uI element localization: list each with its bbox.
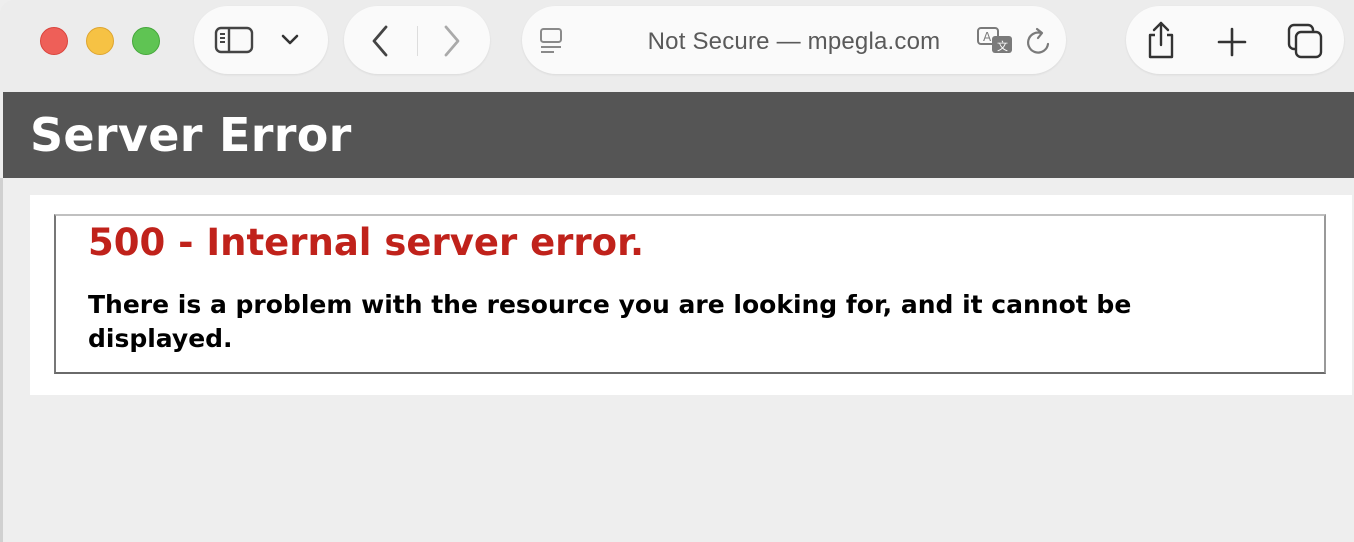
reload-icon[interactable] (1024, 26, 1054, 58)
nav-divider (417, 26, 418, 56)
page-header-title: Server Error (30, 108, 352, 162)
chevron-right-icon[interactable] (440, 24, 464, 58)
window-close-button[interactable] (40, 27, 68, 55)
browser-toolbar: Not Secure — mpegla.com A 文 (0, 0, 1354, 92)
content-panel: 500 - Internal server error. There is a … (30, 195, 1352, 395)
translate-icon[interactable]: A 文 (976, 26, 1016, 58)
error-description: There is a problem with the resource you… (88, 290, 1132, 353)
window-maximize-button[interactable] (132, 27, 160, 55)
chevron-left-icon[interactable] (368, 24, 392, 58)
svg-text:文: 文 (997, 39, 1008, 53)
error-fieldset: 500 - Internal server error. There is a … (54, 214, 1326, 374)
navigation-group (344, 6, 490, 74)
toolbar-actions-group (1126, 6, 1344, 74)
svg-text:A: A (983, 30, 992, 44)
sidebar-icon[interactable] (214, 26, 254, 54)
share-icon[interactable] (1144, 20, 1178, 60)
tabs-overview-icon[interactable] (1286, 22, 1324, 60)
sidebar-control-group (194, 6, 328, 74)
error-title: 500 - Internal server error. (88, 221, 645, 264)
address-bar[interactable]: Not Secure — mpegla.com A 文 (522, 6, 1066, 74)
plus-icon[interactable] (1216, 26, 1248, 58)
window-edge (0, 178, 3, 542)
chevron-down-icon[interactable] (280, 32, 300, 48)
page-header-banner: Server Error (3, 92, 1354, 178)
window-minimize-button[interactable] (86, 27, 114, 55)
